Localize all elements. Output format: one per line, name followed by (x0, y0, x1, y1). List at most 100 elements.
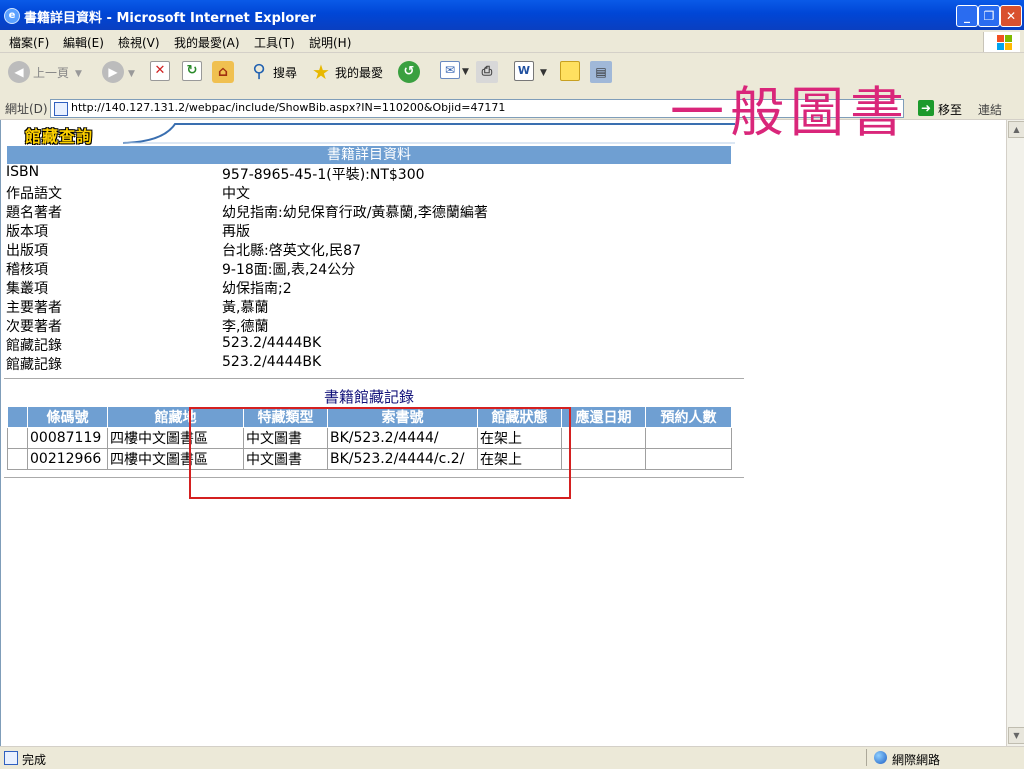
column-header: 預約人數 (645, 406, 732, 428)
menu-edit[interactable]: 編輯(E) (63, 34, 104, 51)
holdings-title: 書籍館藏記錄 (323, 388, 414, 406)
close-button[interactable]: ✕ (1000, 5, 1022, 27)
field-value: 黃,慕蘭 (222, 300, 269, 316)
column-header: 應還日期 (561, 406, 646, 428)
field-value: 幼兒指南:幼兒保育行政/黃慕蘭,李德蘭編著 (222, 205, 488, 221)
field-value: 台北縣:啓英文化,民87 (222, 243, 361, 259)
history-button[interactable]: ↺ (398, 61, 420, 89)
minimize-button[interactable]: _ (956, 5, 978, 27)
field-label: 稽核項 (6, 262, 48, 278)
field-value: 957-8965-45-1(平裝):NT$300 (222, 167, 425, 183)
field-label: 館藏記錄 (6, 338, 62, 354)
field-label: 主要著者 (6, 300, 62, 316)
research-icon: ▤ (590, 61, 612, 83)
field-value: 李,德蘭 (222, 319, 269, 335)
menu-tools[interactable]: 工具(T) (254, 34, 295, 51)
address-label: 網址(D) (5, 102, 48, 116)
maximize-button[interactable]: ❐ (978, 5, 1000, 27)
forward-button[interactable]: ▶ ▼ (102, 61, 135, 89)
search-button[interactable]: ⚲ 搜尋 (248, 61, 297, 89)
word-icon: W (514, 61, 534, 81)
go-arrow-icon[interactable]: ➜ (918, 100, 934, 116)
refresh-icon: ↻ (182, 61, 202, 81)
print-icon: ⎙ (476, 61, 498, 83)
row-spacer (7, 448, 28, 470)
stop-icon: ✕ (150, 61, 170, 81)
mail-icon: ✉ (440, 61, 460, 79)
vertical-scrollbar[interactable]: ▲ ▼ (1006, 120, 1024, 746)
refresh-button[interactable]: ↻ (182, 61, 202, 89)
print-button[interactable]: ⎙ (476, 61, 498, 89)
field-label: ISBN (6, 164, 40, 180)
menu-bar: 檔案(F) 編輯(E) 檢視(V) 我的最愛(A) 工具(T) 說明(H) (0, 30, 1024, 53)
holds-cell (645, 427, 732, 449)
back-button[interactable]: ◀ 上一頁 ▼ (8, 61, 82, 89)
back-dropdown-icon: ▼ (75, 68, 82, 79)
logo-text: 館藏查詢 (25, 127, 94, 146)
title-bar: e 書籍詳目資料 - Microsoft Internet Explorer _… (0, 0, 1024, 30)
mail-button[interactable]: ✉ ▼ (440, 61, 469, 89)
back-label: 上一頁 (33, 65, 70, 80)
barcode-cell: 00087119 (27, 427, 108, 449)
menu-view[interactable]: 檢視(V) (118, 34, 160, 51)
page-header: 書籍詳目資料 (7, 146, 731, 164)
logo-banner: 館藏查詢 (5, 122, 735, 146)
page-icon (54, 102, 68, 116)
field-value: 523.2/4444BK (222, 354, 322, 370)
scroll-up-icon[interactable]: ▲ (1008, 121, 1024, 138)
due-date-cell (561, 448, 646, 470)
note-icon (560, 61, 580, 81)
logo-swoosh-icon (123, 123, 735, 144)
home-button[interactable]: ⌂ (212, 61, 234, 89)
field-label: 集叢項 (6, 281, 48, 297)
field-value: 再版 (222, 224, 250, 240)
status-bar: 完成 網際網路 (0, 746, 1024, 769)
divider (4, 378, 744, 379)
ie-icon: e (4, 8, 20, 24)
row-spacer (7, 427, 28, 449)
research-button[interactable]: ▤ (590, 61, 612, 89)
page-done-icon (4, 751, 18, 765)
links-button[interactable]: 連結 (978, 101, 1002, 118)
column-header: 條碼號 (27, 406, 108, 428)
menu-favorites[interactable]: 我的最愛(A) (174, 34, 240, 51)
forward-dropdown-icon: ▼ (128, 68, 135, 79)
discuss-button[interactable] (560, 61, 580, 89)
barcode-cell: 00212966 (27, 448, 108, 470)
search-label: 搜尋 (273, 65, 298, 80)
security-zone: 網際網路 (892, 753, 941, 767)
field-value: 523.2/4444BK (222, 335, 322, 351)
holds-cell (645, 448, 732, 470)
windows-flag-icon (983, 32, 1020, 52)
highlight-box (189, 407, 571, 499)
column-header-spacer (7, 406, 28, 428)
field-value: 幼保指南;2 (222, 281, 292, 297)
mail-dropdown-icon: ▼ (462, 66, 469, 77)
back-arrow-icon: ◀ (8, 61, 30, 83)
menu-help[interactable]: 說明(H) (309, 34, 351, 51)
edit-button[interactable]: W ▼ (514, 61, 547, 89)
field-label: 次要著者 (6, 319, 62, 335)
field-value: 中文 (222, 186, 250, 202)
field-value: 9-18面:圖,表,24公分 (222, 262, 356, 278)
favorites-label: 我的最愛 (335, 65, 384, 80)
window-title: 書籍詳目資料 - Microsoft Internet Explorer (24, 11, 316, 26)
handwritten-note: 一般圖書 (670, 81, 910, 144)
status-text: 完成 (22, 753, 47, 767)
due-date-cell (561, 427, 646, 449)
history-icon: ↺ (398, 61, 420, 83)
forward-arrow-icon: ▶ (102, 61, 124, 83)
globe-icon (874, 751, 887, 764)
scroll-down-icon[interactable]: ▼ (1008, 727, 1024, 744)
address-url: http://140.127.131.2/webpac/include/Show… (71, 101, 506, 114)
favorites-button[interactable]: ★ 我的最愛 (310, 61, 383, 89)
field-label: 作品語文 (6, 186, 62, 202)
status-divider (866, 749, 867, 766)
search-icon: ⚲ (252, 61, 266, 82)
field-label: 館藏記錄 (6, 357, 62, 373)
stop-button[interactable]: ✕ (150, 61, 170, 89)
go-button[interactable]: 移至 (938, 101, 962, 118)
menu-file[interactable]: 檔案(F) (9, 34, 49, 51)
favorites-star-icon: ★ (312, 60, 330, 84)
field-label: 題名著者 (6, 205, 62, 221)
